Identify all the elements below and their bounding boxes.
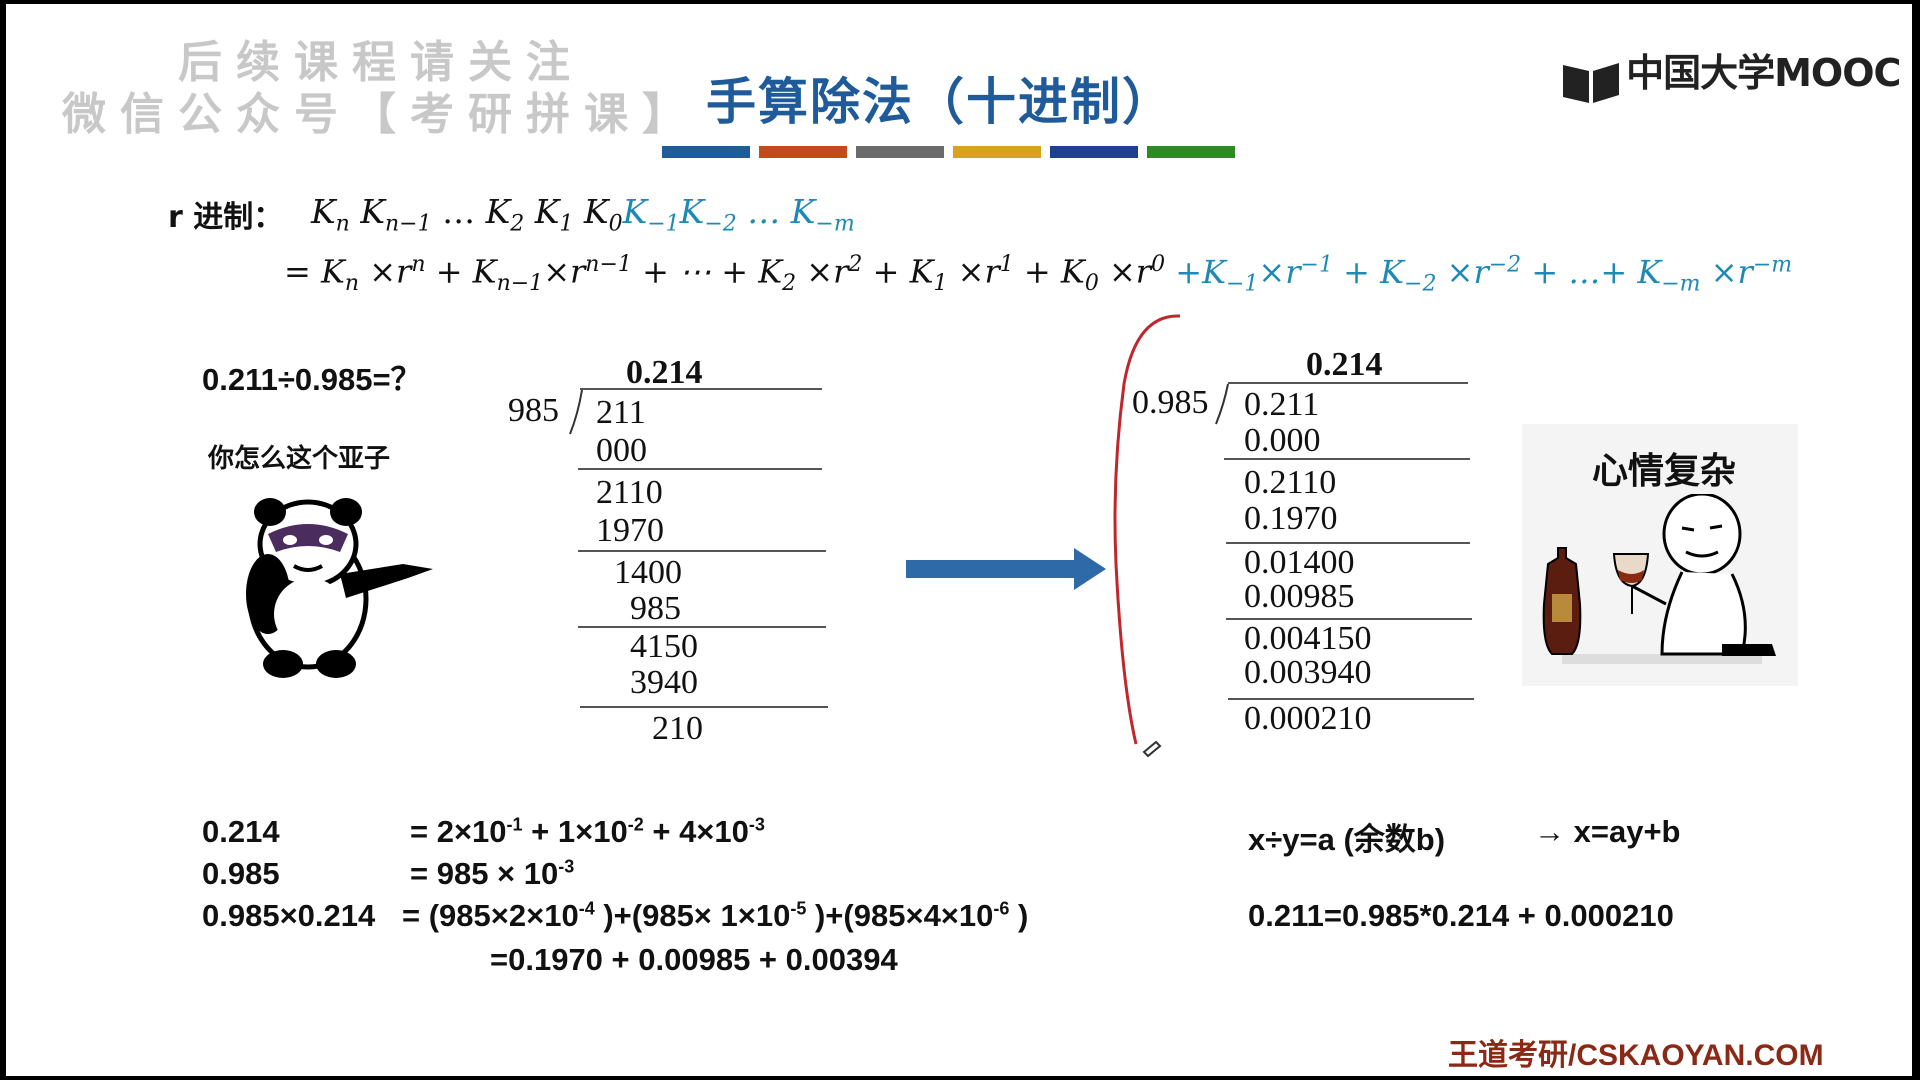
- right-meme-image: 心情复杂: [1522, 424, 1798, 686]
- left-division-top-line: [580, 388, 822, 390]
- division-question: 0.211÷0.985=？: [202, 362, 422, 397]
- right-divisor: 0.985: [1132, 384, 1209, 421]
- eq-right-1: = 2×10-1 + 1×10-2 + 4×10-3: [410, 814, 765, 849]
- radix-label: r 进制：: [168, 200, 284, 235]
- color-bar-gray: [856, 146, 944, 158]
- color-bar-orange: [759, 146, 847, 158]
- red-bracket-annotation: [1113, 314, 1181, 758]
- right-row-1: 0.211: [1244, 386, 1320, 423]
- eq-right-3: = (985×2×10-4 )+(985× 1×10-5 )+(985×4×10…: [402, 898, 1029, 933]
- radix-expansion: = Kn ×rn + Kn−1×rn−1 + ⋯ + K2 ×r2 + K1 ×…: [284, 252, 1793, 297]
- man-with-wine-image: [1542, 494, 1776, 664]
- left-division-bracket: [569, 389, 583, 435]
- right-row-2: 0.000: [1244, 422, 1321, 459]
- right-division-top-line: [1228, 382, 1468, 384]
- right-row-7: 0.004150: [1244, 620, 1372, 657]
- left-row-4: 1970: [596, 512, 664, 549]
- color-bar-green: [1147, 146, 1235, 158]
- right-row-8: 0.003940: [1244, 654, 1372, 691]
- right-row-4: 0.1970: [1244, 500, 1338, 537]
- left-row-9: 210: [652, 710, 703, 747]
- panda-meme-image: [246, 498, 433, 678]
- meme-caption-right: 心情复杂: [1592, 451, 1737, 492]
- eq-left-3: 0.985×0.214: [202, 898, 376, 933]
- left-line-3: [578, 626, 826, 628]
- right-row-3: 0.2110: [1244, 464, 1337, 501]
- left-row-2: 000: [596, 432, 647, 469]
- remainder-rule: x÷y=a (余数b): [1248, 822, 1446, 857]
- color-bar-navy: [1050, 146, 1138, 158]
- meme-caption-left: 你怎么这个亚子: [208, 444, 391, 474]
- left-row-3: 2110: [596, 474, 663, 511]
- left-row-1: 211: [596, 394, 646, 431]
- eq-left-2: 0.985: [202, 856, 280, 891]
- slide-title: 手算除法（十进制）: [706, 73, 1174, 131]
- footer-brand: 王道考研/CSKAOYAN.COM: [1448, 1039, 1824, 1072]
- right-division-bracket: [1215, 383, 1229, 425]
- left-line-4: [580, 706, 828, 708]
- eq-right-2: = 985 × 10-3: [410, 856, 575, 891]
- right-quotient: 0.214: [1306, 346, 1383, 383]
- left-row-7: 4150: [630, 628, 698, 665]
- right-line-1: [1224, 458, 1470, 460]
- remainder-rule-result: → x=ay+b: [1534, 814, 1681, 849]
- watermark-line2: 微信公众号【考研拼课】: [62, 89, 700, 140]
- mooc-logo: 中国大学MOOC: [1561, 42, 1901, 105]
- left-row-5: 1400: [614, 554, 682, 591]
- left-divisor: 985: [508, 392, 559, 429]
- left-line-1: [578, 468, 822, 470]
- left-row-8: 3940: [630, 664, 698, 701]
- left-row-6: 985: [630, 590, 681, 627]
- slide: 后续课程请关注 微信公众号【考研拼课】 手算除法（十进制） 中国大学MOOC r…: [6, 4, 1912, 1076]
- right-row-5: 0.01400: [1244, 544, 1355, 581]
- left-quotient: 0.214: [626, 354, 703, 391]
- right-row-9: 0.000210: [1244, 700, 1372, 737]
- logo-text: 中国大学MOOC: [1626, 51, 1901, 95]
- verification-equation: 0.211=0.985*0.214 + 0.000210: [1248, 898, 1674, 933]
- color-bar-yellow: [953, 146, 1041, 158]
- book-icon: [1563, 62, 1619, 103]
- eq-left-1: 0.214: [202, 814, 280, 849]
- color-bar-blue: [662, 146, 750, 158]
- eq-line-4: =0.1970 + 0.00985 + 0.00394: [490, 942, 898, 977]
- right-arrow-icon: [906, 548, 1106, 590]
- right-row-6: 0.00985: [1244, 578, 1355, 615]
- radix-digits: Kn Kn−1 … K2 K1 K0K−1K−2 … K−m: [311, 192, 855, 237]
- left-line-2: [578, 550, 826, 552]
